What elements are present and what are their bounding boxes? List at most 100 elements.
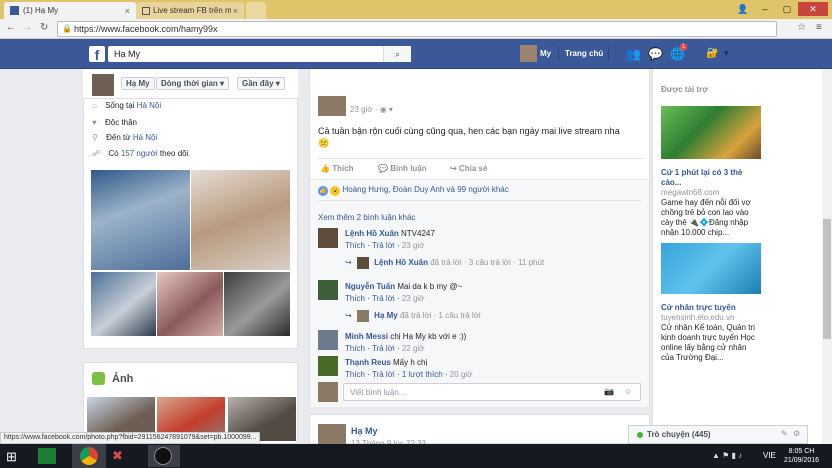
photos-title[interactable]: Ảnh: [112, 373, 133, 385]
write-comment-input[interactable]: Viết bình luận... 📷 ☺: [343, 383, 641, 401]
page-scrollbar[interactable]: [822, 69, 832, 444]
forward-icon[interactable]: →: [22, 22, 32, 33]
comment-time[interactable]: 23 giờ: [402, 294, 425, 303]
comment-time[interactable]: 23 giờ: [402, 241, 425, 250]
new-tab-button[interactable]: [246, 2, 266, 19]
ad-image[interactable]: [661, 106, 761, 159]
comment-reply-link[interactable]: Trả lời: [372, 241, 395, 250]
home-link[interactable]: Trang chủ: [565, 49, 603, 58]
profile-name-link[interactable]: My: [540, 49, 551, 58]
comment-author-link[interactable]: Minh Messi: [345, 332, 388, 341]
facebook-search-input[interactable]: Hạ My ⌕: [108, 46, 411, 62]
post-author-avatar[interactable]: [318, 424, 346, 444]
messages-icon[interactable]: 💬: [648, 47, 663, 61]
search-icon[interactable]: ⌕: [383, 46, 411, 62]
chrome-icon: [80, 447, 98, 465]
post-card: 23 giờ · ◉ ▾ Cả tuần bận rộn cuối cùng c…: [309, 69, 650, 407]
tray-icons[interactable]: ▲ ⚑ ▮ ♪: [712, 451, 742, 460]
featured-photo[interactable]: [91, 272, 156, 336]
menu-icon[interactable]: ≡: [816, 22, 822, 33]
app-icon[interactable]: ✖: [112, 448, 136, 464]
timeline-dropdown[interactable]: Dòng thời gian ▾: [156, 77, 230, 90]
friend-requests-icon[interactable]: 👥: [626, 47, 641, 61]
facebook-logo-icon[interactable]: f: [89, 46, 105, 63]
ad-image[interactable]: [661, 243, 761, 294]
public-globe-icon: ◉: [379, 105, 387, 114]
post-author-avatar[interactable]: [318, 96, 346, 116]
commenter-avatar[interactable]: [318, 228, 338, 248]
camera-icon[interactable]: 📷: [604, 387, 614, 396]
chat-bar[interactable]: Trò chuyện (445) ✎ ⚙: [628, 425, 808, 444]
scroll-thumb[interactable]: [823, 219, 831, 339]
profile-avatar[interactable]: [520, 45, 537, 62]
lives-city-link[interactable]: Hà Nội: [137, 101, 161, 110]
reply-avatar: [356, 257, 369, 269]
featured-photo[interactable]: [191, 170, 290, 270]
chrome-taskbar-button[interactable]: [72, 444, 106, 468]
ad-headline[interactable]: Cử nhân trực tuyến: [661, 303, 761, 313]
reactions-row[interactable]: 👍 😮 Hoàng Hưng, Đoàn Duy Anh và 99 người…: [318, 185, 509, 196]
excel-icon[interactable]: [38, 448, 56, 464]
privacy-shortcuts-icon[interactable]: 🔐: [706, 48, 718, 59]
view-more-comments-link[interactable]: Xem thêm 2 bình luận khác: [318, 213, 415, 222]
obs-taskbar-button[interactable]: [148, 445, 180, 467]
ad-domain[interactable]: megawin68.com: [661, 188, 761, 198]
profile-name-button[interactable]: Hạ My: [121, 77, 155, 90]
comment-text: Mai da k b my @~: [397, 282, 463, 291]
share-button[interactable]: ↪ Chia sẻ: [450, 164, 487, 173]
close-window-icon[interactable]: ✕: [798, 2, 828, 16]
url-input[interactable]: 🔒 https://www.facebook.com/hamy99x: [57, 21, 777, 37]
minimize-icon[interactable]: –: [754, 2, 776, 16]
ad-headline[interactable]: Cứ 1 phút lại có 3 thẻ cào...: [661, 168, 761, 188]
commenter-avatar[interactable]: [318, 330, 338, 350]
comment-author-link[interactable]: Nguyễn Tuấn: [345, 282, 395, 291]
commenter-avatar[interactable]: [318, 356, 338, 376]
reload-icon[interactable]: ↻: [40, 22, 48, 33]
recent-dropdown[interactable]: Gần đây ▾: [237, 77, 285, 90]
comment-author-link[interactable]: Thạnh Reus: [345, 358, 391, 367]
replies-row[interactable]: ↪ Lệnh Hồ Xuân đã trả lời · 3 câu trả lờ…: [345, 257, 544, 269]
post-time[interactable]: 23 giờ · ◉ ▾: [350, 105, 393, 114]
featured-photo[interactable]: [224, 272, 290, 336]
featured-photo[interactable]: [157, 272, 223, 336]
emoji-icon[interactable]: ☺: [624, 387, 632, 396]
comment-likes-count[interactable]: 1 lượt thích: [402, 370, 443, 379]
reactions-text[interactable]: Hoàng Hưng, Đoàn Duy Anh và 99 người khá…: [342, 185, 508, 194]
bookmark-star-icon[interactable]: ☆: [797, 22, 806, 33]
comment-reply-link[interactable]: Trả lời: [372, 294, 395, 303]
profile-thumbnail[interactable]: [92, 74, 114, 96]
tab-ha-my[interactable]: (1) Hạ My ×: [4, 2, 136, 19]
post-author-link[interactable]: Hạ My: [351, 426, 378, 436]
settings-gear-icon[interactable]: ⚙: [793, 429, 800, 438]
close-tab-icon[interactable]: ×: [233, 6, 238, 16]
replies-row[interactable]: ↪ Hạ My đã trả lời · 1 câu trả lời: [345, 310, 481, 322]
back-icon[interactable]: ←: [6, 22, 16, 33]
post-body: Cả tuần bận rộn cuối cùng cũng qua, hen …: [318, 126, 620, 136]
maximize-icon[interactable]: ▢: [776, 2, 798, 16]
comment-like-link[interactable]: Thích: [345, 294, 365, 303]
account-menu-icon[interactable]: ▾: [724, 48, 729, 59]
comment-reply-link[interactable]: Trả lời: [372, 370, 395, 379]
ad-domain[interactable]: tuyensinh.elo.edu.vn: [661, 313, 761, 323]
followers-count-link[interactable]: 157 người: [121, 149, 158, 158]
featured-photo[interactable]: [91, 170, 190, 270]
clock[interactable]: 8:05 CH 21/09/2016: [784, 447, 819, 465]
comment-author-link[interactable]: Lệnh Hồ Xuân: [345, 229, 399, 238]
from-city-link[interactable]: Hà Nội: [133, 133, 157, 142]
comment-time[interactable]: 20 giờ: [450, 370, 473, 379]
close-tab-icon[interactable]: ×: [125, 6, 130, 16]
comment-like-link[interactable]: Thích: [345, 241, 365, 250]
commenter-avatar[interactable]: [318, 280, 338, 300]
language-indicator[interactable]: VIE: [763, 451, 776, 460]
comment-button[interactable]: 💬 Bình luận: [378, 164, 427, 173]
sponsored-title: Được tài trợ: [661, 85, 708, 94]
comment-like-link[interactable]: Thích: [345, 370, 365, 379]
like-button[interactable]: 👍 Thích: [320, 164, 354, 173]
compose-icon[interactable]: ✎: [781, 429, 788, 438]
comment-like-link[interactable]: Thích: [345, 344, 365, 353]
comment-time[interactable]: 22 giờ: [402, 344, 425, 353]
windows-start-icon[interactable]: ⊞: [6, 449, 17, 465]
user-icon[interactable]: 👤: [732, 2, 754, 16]
comment-reply-link[interactable]: Trả lời: [372, 344, 395, 353]
tab-live-stream[interactable]: Live stream FB trên máy ×: [136, 2, 244, 19]
